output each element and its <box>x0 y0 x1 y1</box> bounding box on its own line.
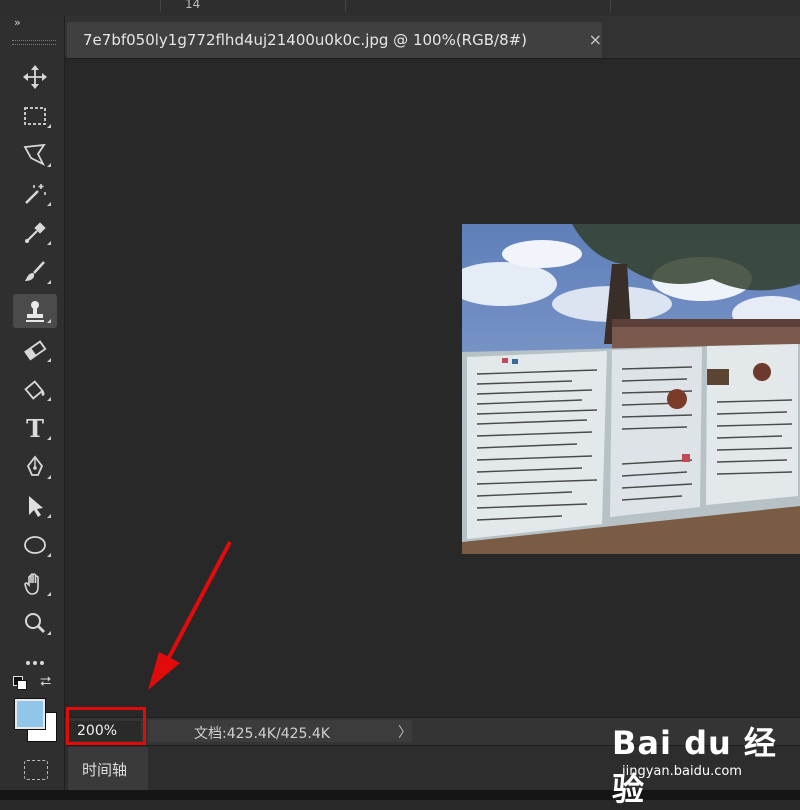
zoom-tool-icon[interactable] <box>13 606 57 640</box>
close-icon[interactable]: × <box>589 30 602 49</box>
timeline-tab-label: 时间轴 <box>82 761 128 779</box>
divider <box>160 0 161 12</box>
watermark-url: jingyan.baidu.com <box>622 764 742 779</box>
hand-tool-icon[interactable] <box>13 567 57 601</box>
panel-grip[interactable] <box>12 40 56 45</box>
document-tab-bar: 7e7bf050ly1g772flhd4uj21400u0k0c.jpg @ 1… <box>65 16 800 59</box>
options-value: 14 <box>185 0 201 11</box>
document-size-text: 文档:425.4K/425.4K <box>194 726 330 742</box>
paint-bucket-icon[interactable] <box>13 372 57 406</box>
pen-tool-icon[interactable] <box>13 450 57 484</box>
eraser-icon[interactable] <box>13 333 57 367</box>
clone-stamp-icon[interactable] <box>13 294 57 328</box>
magic-wand-icon[interactable] <box>13 177 57 211</box>
color-controls: ⮂ <box>13 674 57 692</box>
foreground-color-swatch[interactable] <box>15 699 45 729</box>
marquee-tool-icon[interactable] <box>13 99 57 133</box>
lasso-tool-icon[interactable] <box>13 138 57 172</box>
swap-colors-icon[interactable]: ⮂ <box>40 674 51 690</box>
default-colors-icon[interactable] <box>13 676 27 690</box>
document-tab[interactable]: 7e7bf050ly1g772flhd4uj21400u0k0c.jpg @ 1… <box>67 22 602 58</box>
collapse-panel-icon[interactable]: » <box>14 16 21 29</box>
canvas-area[interactable] <box>65 59 800 717</box>
path-selection-icon[interactable] <box>13 489 57 523</box>
document-image <box>462 224 800 554</box>
tab-timeline[interactable]: 时间轴 <box>68 747 148 791</box>
type-tool-icon[interactable]: T <box>13 411 57 445</box>
divider <box>610 0 611 12</box>
divider <box>345 0 346 12</box>
ellipse-tool-icon[interactable] <box>13 528 57 562</box>
options-bar-remnant: 14 <box>0 0 800 17</box>
baidu-jingyan-watermark: Bai du 经验 jingyan.baidu.com <box>612 710 800 808</box>
eyedropper-icon[interactable] <box>13 216 57 250</box>
expand-arrow-icon[interactable]: 〉 <box>398 722 412 742</box>
document-info[interactable]: 文档:425.4K/425.4K 〉 <box>148 720 412 742</box>
move-tool-icon[interactable] <box>13 60 57 94</box>
annotation-highlight-box <box>66 707 146 745</box>
type-tool-label: T <box>26 413 44 443</box>
quick-mask-icon[interactable] <box>24 760 48 780</box>
brush-tool-icon[interactable] <box>13 255 57 289</box>
document-title: 7e7bf050ly1g772flhd4uj21400u0k0c.jpg @ 1… <box>83 31 528 49</box>
